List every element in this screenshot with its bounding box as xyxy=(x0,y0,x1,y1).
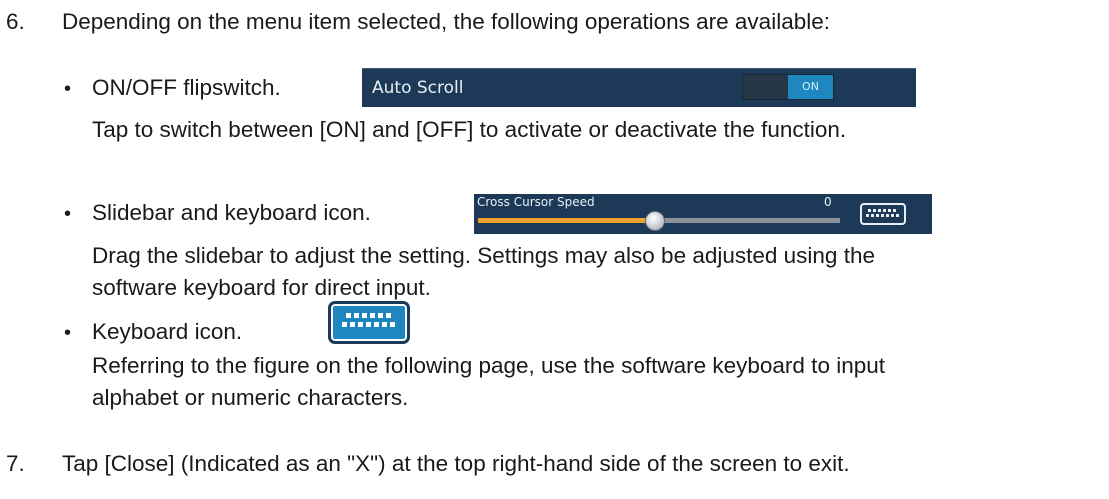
bullet: • xyxy=(64,203,72,225)
keyboard-description-line2: alphabet or numeric characters. xyxy=(92,385,409,410)
cross-cursor-speed-panel: Cross Cursor Speed 0 xyxy=(474,194,932,234)
on-off-flipswitch[interactable]: ON xyxy=(742,74,834,100)
bullet: • xyxy=(64,78,72,100)
slidebar-description-line1: Drag the slidebar to adjust the setting.… xyxy=(92,243,875,268)
flipswitch-on-label: ON xyxy=(788,75,833,99)
keyboard-keys-icon xyxy=(342,313,395,327)
slidebar-title: Slidebar and keyboard icon. xyxy=(92,200,371,225)
slider-fill xyxy=(478,218,656,223)
flipswitch-description: Tap to switch between [ON] and [OFF] to … xyxy=(92,117,847,142)
step-6-number: 6. xyxy=(6,9,25,34)
flipswitch-title: ON/OFF flipswitch. xyxy=(92,75,281,100)
step-6-text: Depending on the menu item selected, the… xyxy=(62,9,830,34)
keyboard-description-line1: Referring to the figure on the following… xyxy=(92,353,885,378)
cross-cursor-speed-value: 0 xyxy=(824,195,832,209)
slidebar-description-line2: software keyboard for direct input. xyxy=(92,275,431,300)
slider-handle[interactable] xyxy=(645,211,666,231)
keyboard-icon-title: Keyboard icon. xyxy=(92,319,243,344)
keyboard-icon[interactable] xyxy=(860,203,906,225)
keyboard-keys-icon xyxy=(866,209,899,217)
step-7-text: Tap [Close] (Indicated as an "X") at the… xyxy=(62,451,850,476)
bullet: • xyxy=(64,322,72,344)
flipswitch-off-side xyxy=(743,75,788,99)
step-7-number: 7. xyxy=(6,451,25,476)
cross-cursor-speed-label: Cross Cursor Speed xyxy=(477,195,595,209)
keyboard-icon[interactable] xyxy=(328,301,410,344)
auto-scroll-label: Auto Scroll xyxy=(372,78,464,98)
